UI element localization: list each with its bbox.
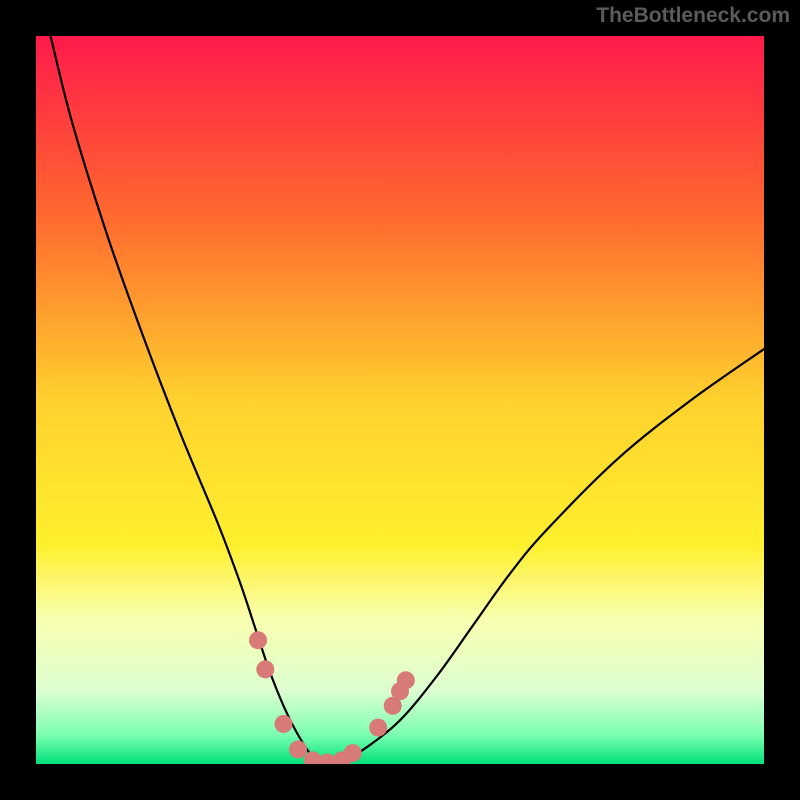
data-dot: [256, 660, 274, 678]
data-dot: [369, 719, 387, 737]
data-dot: [289, 740, 307, 758]
chart-frame: TheBottleneck.com: [0, 0, 800, 800]
plot-area: [36, 36, 764, 764]
bottleneck-curve: [51, 36, 764, 764]
data-dot: [397, 671, 415, 689]
curve-dots: [249, 631, 415, 764]
data-dot: [344, 744, 362, 762]
curve-layer: [36, 36, 764, 764]
watermark-text: TheBottleneck.com: [596, 4, 790, 28]
data-dot: [275, 715, 293, 733]
data-dot: [249, 631, 267, 649]
